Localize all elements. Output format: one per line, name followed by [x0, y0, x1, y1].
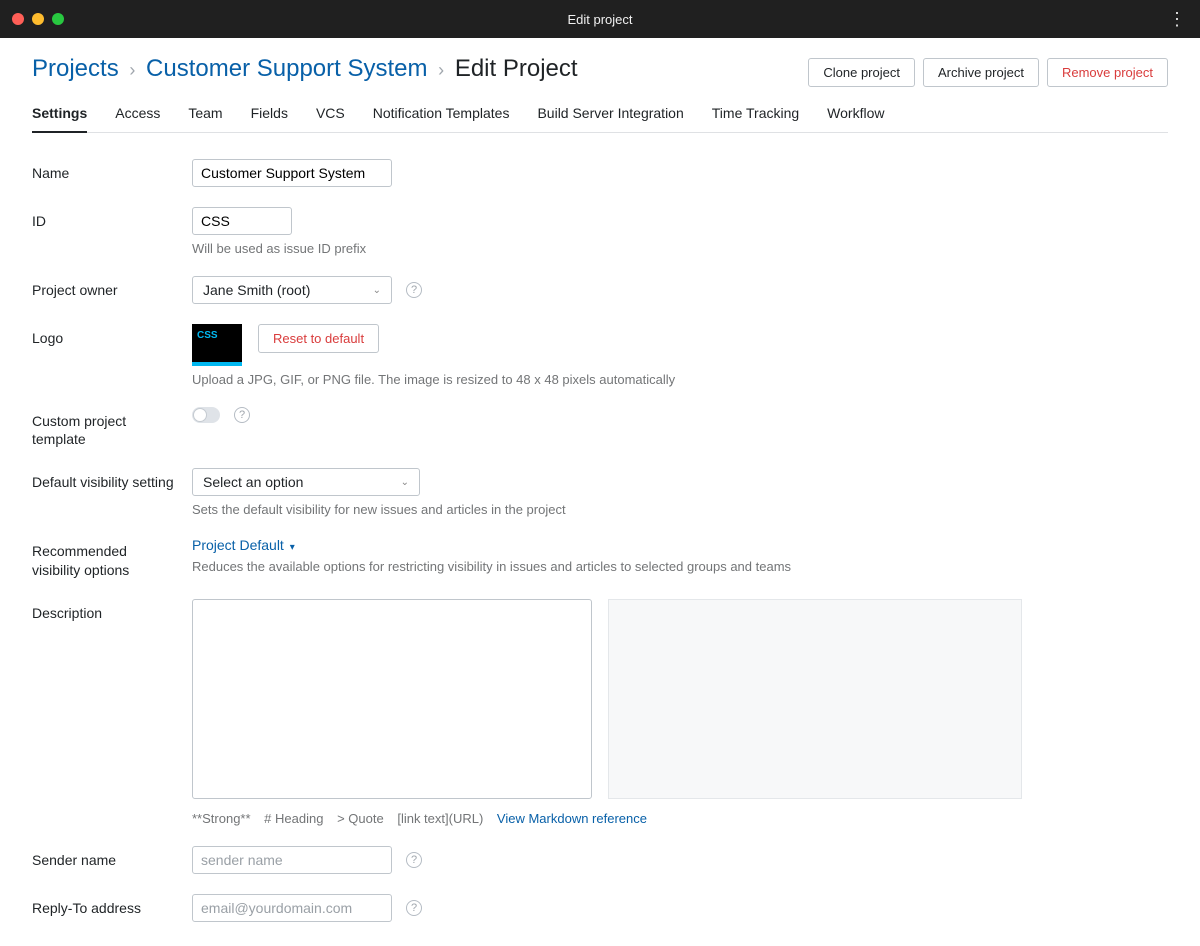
tab-access[interactable]: Access — [115, 105, 160, 133]
description-label: Description — [32, 599, 176, 622]
settings-tabs: Settings Access Team Fields VCS Notification … — [32, 105, 1168, 133]
tab-fields[interactable]: Fields — [251, 105, 288, 133]
default-visibility-hint: Sets the default visibility for new issu… — [192, 502, 1168, 517]
logo-upload[interactable]: CSS — [192, 324, 242, 366]
markdown-hints: **Strong** # Heading > Quote [link text]… — [192, 811, 1168, 826]
kebab-menu-icon[interactable]: ⋮ — [1168, 10, 1186, 28]
custom-template-toggle[interactable] — [192, 407, 220, 423]
breadcrumb-current: Edit Project — [455, 55, 578, 82]
recommended-visibility-dropdown[interactable]: Project Default ▾ — [192, 537, 295, 553]
tab-time-tracking[interactable]: Time Tracking — [712, 105, 799, 133]
reply-to-label: Reply-To address — [32, 894, 176, 917]
name-label: Name — [32, 159, 176, 182]
owner-value: Jane Smith (root) — [203, 282, 310, 298]
md-hint-quote: > Quote — [337, 811, 384, 826]
description-textarea[interactable] — [192, 599, 592, 799]
help-icon[interactable]: ? — [406, 282, 422, 298]
tab-notification-templates[interactable]: Notification Templates — [373, 105, 510, 133]
logo-accent-bar — [192, 362, 242, 366]
logo-tile-text: CSS — [197, 330, 218, 341]
tab-workflow[interactable]: Workflow — [827, 105, 884, 133]
caret-down-icon: ▾ — [290, 542, 295, 553]
chevron-down-icon: ⌄ — [401, 477, 409, 488]
archive-project-button[interactable]: Archive project — [923, 58, 1039, 87]
name-input[interactable] — [192, 159, 392, 187]
sender-name-input[interactable] — [192, 846, 392, 874]
md-hint-link: [link text](URL) — [397, 811, 483, 826]
help-icon[interactable]: ? — [406, 852, 422, 868]
help-icon[interactable]: ? — [406, 900, 422, 916]
recommended-visibility-hint: Reduces the available options for restri… — [192, 559, 1168, 574]
id-hint: Will be used as issue ID prefix — [192, 241, 1168, 256]
reset-logo-button[interactable]: Reset to default — [258, 324, 379, 353]
tab-team[interactable]: Team — [188, 105, 222, 133]
default-visibility-label: Default visibility setting — [32, 468, 176, 491]
logo-label: Logo — [32, 324, 176, 347]
window-titlebar: Edit project ⋮ — [0, 0, 1200, 38]
owner-label: Project owner — [32, 276, 176, 299]
project-actions: Clone project Archive project Remove pro… — [808, 58, 1168, 87]
reply-to-input[interactable] — [192, 894, 392, 922]
markdown-reference-link[interactable]: View Markdown reference — [497, 811, 647, 826]
tab-settings[interactable]: Settings — [32, 105, 87, 133]
md-hint-strong: **Strong** — [192, 811, 251, 826]
tab-build-server-integration[interactable]: Build Server Integration — [537, 105, 683, 133]
recommended-visibility-value: Project Default — [192, 537, 284, 553]
remove-project-button[interactable]: Remove project — [1047, 58, 1168, 87]
breadcrumb-projects-link[interactable]: Projects — [32, 55, 119, 82]
window-title: Edit project — [0, 12, 1200, 27]
breadcrumb: Projects › Customer Support System › Edi… — [32, 54, 578, 84]
chevron-right-icon: › — [434, 60, 448, 80]
default-visibility-placeholder: Select an option — [203, 474, 303, 490]
default-visibility-select[interactable]: Select an option ⌄ — [192, 468, 420, 496]
sender-name-label: Sender name — [32, 846, 176, 869]
tab-vcs[interactable]: VCS — [316, 105, 345, 133]
recommended-visibility-label: Recommended visibility options — [32, 537, 176, 578]
description-preview — [608, 599, 1022, 799]
id-input[interactable] — [192, 207, 292, 235]
custom-template-label: Custom project template — [32, 407, 176, 448]
md-hint-heading: # Heading — [264, 811, 323, 826]
breadcrumb-project-link[interactable]: Customer Support System — [146, 55, 427, 82]
owner-select[interactable]: Jane Smith (root) ⌄ — [192, 276, 392, 304]
chevron-down-icon: ⌄ — [373, 285, 381, 296]
id-label: ID — [32, 207, 176, 230]
help-icon[interactable]: ? — [234, 407, 250, 423]
logo-hint: Upload a JPG, GIF, or PNG file. The imag… — [192, 372, 1168, 387]
clone-project-button[interactable]: Clone project — [808, 58, 915, 87]
chevron-right-icon: › — [125, 60, 139, 80]
